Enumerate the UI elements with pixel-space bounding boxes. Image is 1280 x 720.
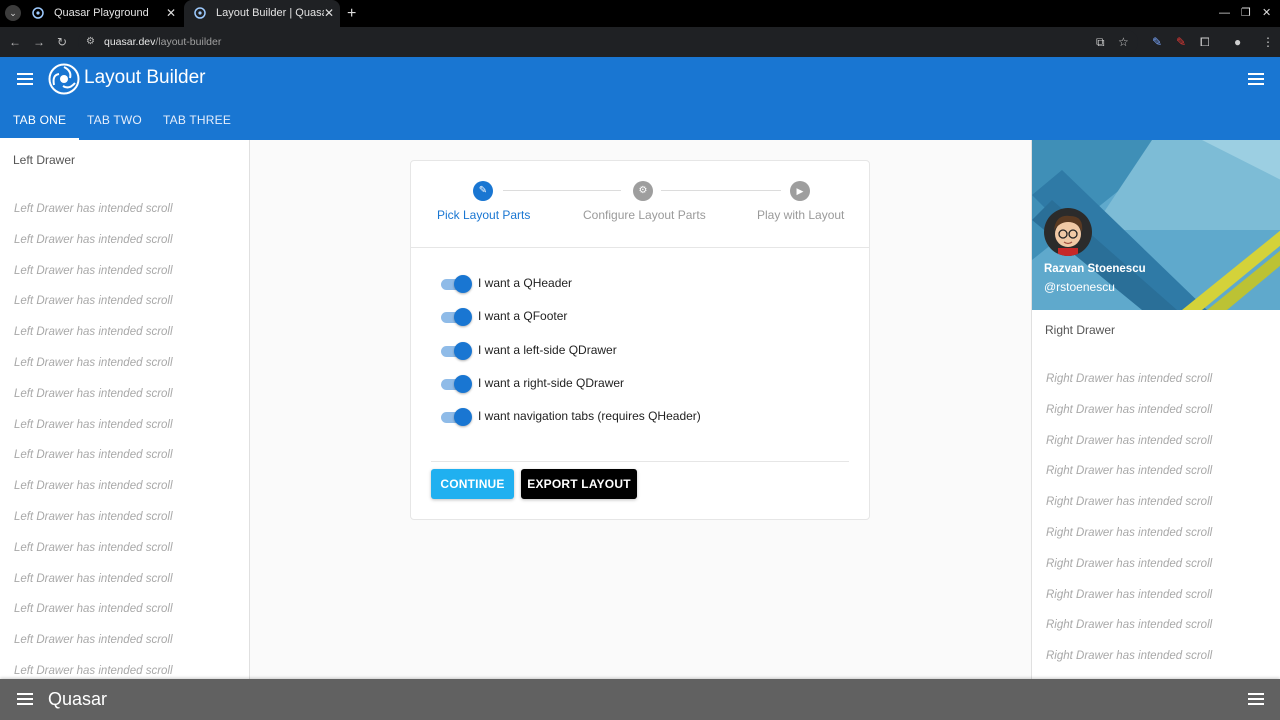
profile-name: Razvan Stoenescu (1044, 263, 1146, 275)
forward-icon[interactable]: → (33, 27, 45, 57)
browser-tab-label: Quasar Playground (54, 7, 149, 19)
drawer-scroll-item: Left Drawer has intended scroll (14, 665, 173, 677)
browser-toolbar: ← → ↻ ⚙ quasar.dev/layout-builder ⧉ ☆ ✎ … (0, 27, 1280, 57)
main-content: ✎ Pick Layout Parts ⚙ Configure Layout P… (250, 140, 1031, 679)
drawer-scroll-item: Left Drawer has intended scroll (14, 634, 173, 647)
page-title: Layout Builder (84, 67, 206, 88)
drawer-scroll-item: Left Drawer has intended scroll (14, 541, 173, 554)
drawer-scroll-item: Right Drawer has intended scroll (1046, 373, 1213, 385)
drawer-scroll-item: Left Drawer has intended scroll (14, 264, 173, 277)
extensions-puzzle-icon[interactable]: ⧠ (1200, 27, 1210, 57)
drawer-scroll-item: Left Drawer has intended scroll (14, 418, 173, 431)
step-pick-layout-parts[interactable]: Pick Layout Parts (437, 208, 530, 222)
drawer-scroll-item: Left Drawer has intended scroll (14, 387, 173, 400)
toggle-label: I want navigation tabs (requires QHeader… (478, 409, 701, 423)
tab-search-icon[interactable]: ⌄ (5, 5, 21, 21)
continue-button[interactable]: CONTINUE (431, 469, 514, 499)
restore-icon[interactable]: ❐ (1241, 0, 1251, 27)
profile-avatar-icon[interactable]: ● (1234, 27, 1241, 57)
drawer-scroll-item: Right Drawer has intended scroll (1046, 465, 1213, 478)
right-drawer-title: Right Drawer (1045, 323, 1116, 337)
drawer-scroll-item: Left Drawer has intended scroll (14, 203, 173, 215)
app-footer: Quasar (0, 679, 1280, 720)
pencil-icon[interactable]: ✎ (473, 181, 493, 201)
export-layout-button[interactable]: EXPORT LAYOUT (521, 469, 637, 499)
drawer-scroll-item: Right Drawer has intended scroll (1046, 434, 1213, 447)
step-connector (661, 190, 781, 191)
drawer-scroll-item: Left Drawer has intended scroll (14, 233, 173, 246)
url-text[interactable]: quasar.dev/layout-builder (104, 27, 221, 57)
drawer-scroll-item: Right Drawer has intended scroll (1046, 527, 1213, 539)
drawer-scroll-item: Right Drawer has intended scroll (1046, 496, 1213, 509)
browser-menu-icon[interactable]: ⋮ (1262, 27, 1274, 57)
quasar-favicon-icon (32, 7, 44, 19)
left-drawer-title: Left Drawer (13, 153, 76, 167)
right-drawer[interactable]: Razvan Stoenescu @rstoenescu Right Drawe… (1031, 140, 1280, 679)
back-icon[interactable]: ← (9, 27, 21, 57)
browser-tab-layout-builder[interactable]: Layout Builder | Quasar ✕ (184, 0, 340, 27)
drawer-scroll-item: Left Drawer has intended scroll (14, 449, 173, 462)
address-bar[interactable] (78, 30, 1138, 54)
toggle-label: I want a right-side QDrawer (478, 376, 625, 390)
extension-red-icon[interactable]: ✎ (1176, 27, 1186, 57)
browser-tab-label: Layout Builder | Quasar (216, 7, 324, 19)
toggle-thumb[interactable] (454, 408, 472, 426)
gear-icon[interactable]: ⚙ (633, 181, 653, 201)
bookmark-star-icon[interactable]: ☆ (1118, 27, 1129, 57)
toggle-label: I want a QFooter (478, 309, 568, 323)
tab-one[interactable]: TAB ONE (0, 101, 80, 140)
drawer-scroll-item: Right Drawer has intended scroll (1046, 619, 1213, 632)
left-drawer[interactable]: Left Drawer Left Drawer has intended scr… (0, 140, 250, 679)
toggle-thumb[interactable] (454, 342, 472, 360)
drawer-scroll-item: Left Drawer has intended scroll (14, 295, 173, 308)
play-icon[interactable]: ▶ (790, 181, 810, 201)
step-configure-layout-parts[interactable]: Configure Layout Parts (583, 208, 706, 222)
tab-two[interactable]: TAB TWO (74, 101, 155, 140)
browser-tab-strip: ⌄ Quasar Playground ✕ Layout Builder | Q… (0, 0, 1280, 27)
new-tab-icon[interactable]: + (347, 0, 356, 27)
drawer-scroll-item: Left Drawer has intended scroll (14, 603, 173, 616)
close-window-icon[interactable]: ✕ (1262, 0, 1271, 27)
footer-menu-icon[interactable] (17, 693, 33, 705)
quasar-favicon-icon (194, 7, 206, 19)
close-tab-icon[interactable]: ✕ (166, 0, 176, 27)
drawer-scroll-item: Right Drawer has intended scroll (1046, 588, 1213, 601)
drawer-scroll-item: Right Drawer has intended scroll (1046, 403, 1213, 416)
profile-handle: @rstoenescu (1044, 280, 1115, 294)
footer-right-menu-icon[interactable] (1248, 693, 1264, 705)
install-app-icon[interactable]: ⧉ (1096, 27, 1105, 57)
close-tab-icon[interactable]: ✕ (324, 0, 334, 27)
minimize-icon[interactable]: — (1219, 0, 1230, 27)
reload-icon[interactable]: ↻ (57, 27, 67, 57)
footer-title: Quasar (48, 689, 108, 709)
stepper-header: ✎ Pick Layout Parts ⚙ Configure Layout P… (411, 161, 869, 248)
extension-pen-icon[interactable]: ✎ (1152, 27, 1162, 57)
drawer-scroll-item: Right Drawer has intended scroll (1046, 650, 1213, 663)
tab-three[interactable]: TAB THREE (150, 101, 244, 140)
toggle-label: I want a QHeader (478, 276, 573, 290)
stepper-card: ✎ Pick Layout Parts ⚙ Configure Layout P… (410, 160, 870, 520)
divider (431, 461, 849, 462)
quasar-logo-icon (48, 63, 80, 95)
drawer-scroll-item: Left Drawer has intended scroll (14, 326, 173, 339)
right-menu-icon[interactable] (1248, 73, 1264, 85)
drawer-scroll-item: Left Drawer has intended scroll (14, 480, 173, 493)
profile-banner: Razvan Stoenescu @rstoenescu (1032, 140, 1280, 310)
app-header: Layout Builder TAB ONE TAB TWO TAB THREE (0, 57, 1280, 140)
drawer-scroll-item: Right Drawer has intended scroll (1046, 557, 1213, 570)
step-connector (503, 190, 621, 191)
step-play-with-layout[interactable]: Play with Layout (757, 208, 844, 222)
menu-icon[interactable] (17, 73, 33, 85)
toggle-thumb[interactable] (454, 308, 472, 326)
drawer-scroll-item: Left Drawer has intended scroll (14, 511, 173, 523)
toggle-thumb[interactable] (454, 275, 472, 293)
toggle-thumb[interactable] (454, 375, 472, 393)
drawer-scroll-item: Left Drawer has intended scroll (14, 572, 173, 585)
site-info-icon[interactable]: ⚙ (86, 27, 95, 57)
browser-tab-quasar-playground[interactable]: Quasar Playground ✕ (22, 0, 182, 27)
avatar[interactable] (1044, 208, 1092, 256)
toggle-label: I want a left-side QDrawer (478, 343, 617, 357)
drawer-scroll-item: Left Drawer has intended scroll (14, 357, 173, 369)
